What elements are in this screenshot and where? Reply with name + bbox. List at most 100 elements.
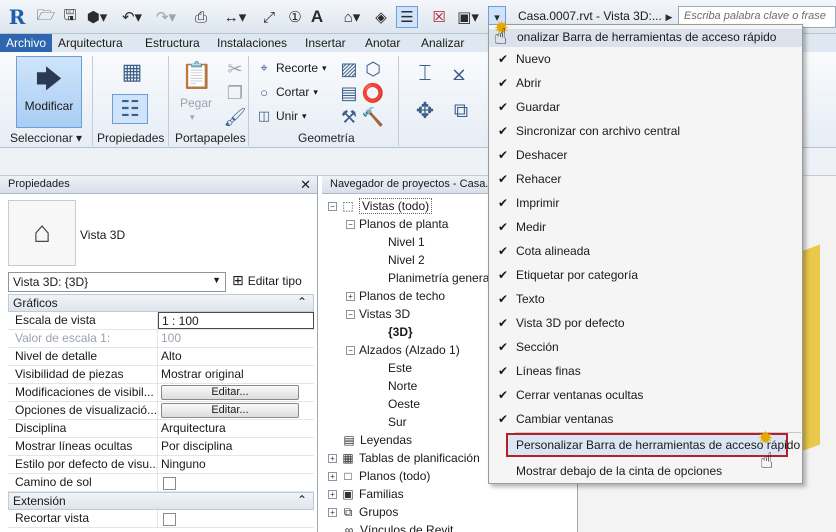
paste-icon[interactable]: 📋 — [181, 58, 213, 92]
tree-node-oeste[interactable]: Oeste — [388, 395, 420, 413]
paste-button[interactable]: Pegar — [180, 96, 212, 110]
prop-value[interactable]: Ninguno — [158, 456, 314, 473]
sync-icon[interactable]: ⬢▾ — [84, 6, 110, 28]
tree-node-sur[interactable]: Sur — [388, 413, 407, 431]
collapse-icon[interactable]: − — [328, 201, 337, 211]
close-hidden-windows-icon[interactable]: ☒ — [428, 6, 450, 28]
prop-value[interactable]: Arquitectura — [158, 420, 314, 437]
menu-item-personalizar[interactable]: Personalizar Barra de herramientas de ac… — [506, 433, 800, 457]
tab-analizar[interactable]: Analizar — [421, 36, 464, 50]
wall-join-icon[interactable]: ▨ — [338, 58, 360, 80]
tree-node-vinculos[interactable]: ∞ Vínculos de Revit — [342, 521, 454, 532]
expand-icon[interactable]: + — [328, 453, 337, 463]
properties-icon[interactable]: ☷ — [112, 94, 148, 124]
expand-icon[interactable]: + — [346, 291, 355, 301]
menu-item-sincronizar[interactable]: ✔ Sincronizar con archivo central — [489, 119, 802, 143]
tree-node-este[interactable]: Este — [388, 359, 412, 377]
menu-item-lineas-finas[interactable]: ✔ Líneas finas — [489, 359, 802, 383]
menu-item-cota-alineada[interactable]: ✔ Cota alineada — [489, 239, 802, 263]
section-icon[interactable]: ◈ — [372, 6, 390, 28]
cortar-button[interactable]: ○ Cortar ▾ — [256, 84, 318, 100]
tree-node-vistas-3d[interactable]: − Vistas 3D — [346, 305, 410, 323]
tab-instalaciones[interactable]: Instalaciones — [217, 36, 287, 50]
tab-arquitectura[interactable]: Arquitectura — [58, 36, 123, 50]
hammer-icon[interactable]: 🔨 — [362, 106, 384, 128]
menu-item-vista-3d[interactable]: ✔ Vista 3D por defecto — [489, 311, 802, 335]
demolish-icon[interactable]: ⚒ — [338, 106, 360, 128]
open-folder-icon[interactable]: 🗁 — [36, 6, 56, 28]
prop-value[interactable]: Alto — [158, 348, 314, 365]
menu-item-seccion[interactable]: ✔ Sección — [489, 335, 802, 359]
menu-item-rehacer[interactable]: ✔ Rehacer — [489, 167, 802, 191]
prop-value[interactable]: Por disciplina — [158, 438, 314, 455]
menu-item-cerrar-ventanas[interactable]: ✔ Cerrar ventanas ocultas — [489, 383, 802, 407]
tag-by-category-icon[interactable]: ① — [284, 6, 306, 28]
print-icon[interactable]: ⎙ — [190, 6, 212, 28]
move-icon[interactable]: ✥ — [410, 96, 440, 126]
scale-input[interactable]: 1 : 100 — [158, 312, 314, 329]
offset-icon[interactable]: ⨲ — [444, 58, 474, 88]
unir-button[interactable]: ◫ Unir ▾ — [256, 108, 307, 124]
collapse-icon[interactable]: − — [346, 345, 355, 355]
match-type-icon[interactable]: 🖌 — [224, 106, 247, 128]
menu-item-abrir[interactable]: ✔ Abrir — [489, 71, 802, 95]
aligned-dimension-icon[interactable]: ⤢ — [258, 6, 280, 28]
edit-display-options-button[interactable]: Editar... — [161, 403, 299, 418]
menu-item-cambiar-ventanas[interactable]: ✔ Cambiar ventanas — [489, 407, 802, 431]
tab-insertar[interactable]: Insertar — [305, 36, 346, 50]
collapse-icon[interactable]: ⌃ — [297, 493, 307, 507]
thin-lines-icon[interactable]: ☰ — [396, 6, 418, 28]
default-3d-view-icon[interactable]: ⌂▾ — [338, 6, 366, 28]
tree-node-planos-techo[interactable]: + Planos de techo — [346, 287, 445, 305]
section-graficos[interactable]: Gráficos ⌃ — [8, 294, 314, 312]
tree-node-planos[interactable]: + □ Planos (todo) — [328, 467, 430, 485]
tree-node-norte[interactable]: Norte — [388, 377, 417, 395]
edit-type-button[interactable]: ⊞ Editar tipo — [232, 272, 302, 289]
tree-node-nivel-2[interactable]: Nivel 2 — [388, 251, 425, 269]
cut-icon[interactable]: ✂ — [224, 58, 246, 80]
collapse-icon[interactable]: − — [346, 219, 355, 229]
section-extension[interactable]: Extensión ⌃ — [8, 492, 314, 510]
tree-node-planos-planta[interactable]: − Planos de planta — [346, 215, 448, 233]
text-icon[interactable]: A — [308, 6, 326, 28]
tree-node-grupos[interactable]: + ⧉ Grupos — [328, 503, 398, 521]
tree-node-alzados[interactable]: − Alzados (Alzado 1) — [346, 341, 460, 359]
copy-element-icon[interactable]: ⧉ — [446, 96, 476, 126]
paint-icon[interactable]: ▤ — [338, 82, 360, 104]
modificar-button[interactable]: 🡆 Modificar — [16, 56, 82, 128]
shape-icon[interactable]: ⬡ — [362, 58, 384, 80]
crop-view-checkbox[interactable] — [163, 513, 176, 526]
redo-icon[interactable]: ↷▾ — [152, 6, 180, 28]
revit-logo-icon[interactable]: R — [6, 5, 28, 29]
collapse-icon[interactable]: ⌃ — [297, 295, 307, 309]
expand-icon[interactable]: + — [328, 471, 337, 481]
prop-value[interactable]: Mostrar original — [158, 366, 314, 383]
tree-node-tablas[interactable]: + ▦ Tablas de planificación — [328, 449, 480, 467]
tab-anotar[interactable]: Anotar — [365, 36, 400, 50]
tab-estructura[interactable]: Estructura — [145, 36, 200, 50]
close-icon[interactable]: ✕ — [300, 177, 311, 193]
align-icon[interactable]: ⌶ — [410, 58, 440, 88]
copy-icon[interactable]: ❐ — [224, 82, 246, 104]
menu-item-etiquetar[interactable]: ✔ Etiquetar por categoría — [489, 263, 802, 287]
expand-icon[interactable]: + — [328, 507, 337, 517]
menu-item-medir[interactable]: ✔ Medir — [489, 215, 802, 239]
menu-item-mostrar-debajo[interactable]: Mostrar debajo de la cinta de opciones — [489, 459, 802, 483]
panel-seleccionar[interactable]: Seleccionar ▾ — [10, 131, 82, 145]
collapse-icon[interactable]: − — [346, 309, 355, 319]
tree-node-familias[interactable]: + ▣ Familias — [328, 485, 404, 503]
menu-item-imprimir[interactable]: ✔ Imprimir — [489, 191, 802, 215]
split-face-icon[interactable]: ⭕ — [362, 82, 384, 104]
tree-node-3d[interactable]: {3D} — [388, 323, 413, 341]
sun-path-checkbox[interactable] — [163, 477, 176, 490]
menu-item-deshacer[interactable]: ✔ Deshacer — [489, 143, 802, 167]
menu-item-guardar[interactable]: ✔ Guardar — [489, 95, 802, 119]
tree-node-vistas[interactable]: − ⬚ Vistas (todo) — [328, 197, 433, 215]
type-properties-icon[interactable]: ▦ — [118, 58, 146, 86]
edit-visibility-button[interactable]: Editar... — [161, 385, 299, 400]
tree-node-nivel-1[interactable]: Nivel 1 — [388, 233, 425, 251]
tab-archivo[interactable]: Archivo — [0, 34, 53, 52]
menu-item-nuevo[interactable]: ✔ Nuevo — [489, 47, 802, 71]
tree-node-leyendas[interactable]: ▤ Leyendas — [342, 431, 412, 449]
save-icon[interactable]: 🖫 — [60, 6, 80, 28]
